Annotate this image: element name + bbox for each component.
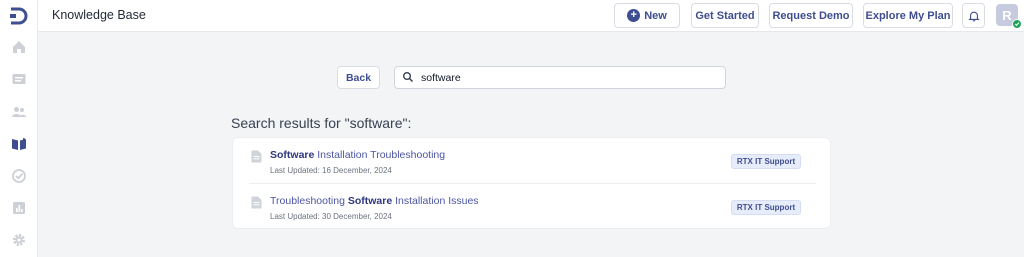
avatar-initial: R — [1002, 7, 1012, 23]
back-button-label: Back — [345, 71, 372, 84]
result-item[interactable]: Troubleshooting Software Installation Is… — [233, 184, 832, 230]
page-title: Knowledge Base — [52, 8, 146, 22]
new-button-label: New — [644, 9, 667, 22]
results-list: Software Installation Troubleshooting La… — [232, 137, 831, 229]
request-demo-label: Request Demo — [772, 9, 850, 22]
online-status-icon — [1012, 19, 1022, 29]
result-updated: Last Updated: 16 December, 2024 — [270, 166, 392, 175]
category-badge: RTX IT Support — [731, 154, 801, 169]
knowledge-base-icon[interactable] — [10, 135, 28, 153]
search-input[interactable] — [421, 70, 716, 86]
notifications-button[interactable] — [962, 3, 985, 28]
category-badge: RTX IT Support — [731, 200, 801, 215]
new-button[interactable]: + New — [614, 3, 680, 28]
search-icon — [403, 72, 414, 83]
reports-icon[interactable] — [10, 199, 28, 217]
result-title-text: Installation Troubleshooting — [314, 149, 446, 161]
document-icon — [251, 150, 262, 163]
result-title-text: Troubleshooting — [270, 195, 348, 207]
result-title-highlight: Software — [270, 149, 315, 161]
result-title-text: Installation Issues — [392, 195, 479, 207]
results-heading: Search results for "software": — [231, 115, 412, 131]
settings-icon[interactable] — [10, 231, 28, 249]
check-circle-icon[interactable] — [10, 167, 28, 185]
get-started-label: Get Started — [695, 9, 755, 22]
get-started-button[interactable]: Get Started — [691, 3, 759, 28]
home-icon[interactable] — [10, 38, 28, 56]
sidebar — [0, 0, 38, 257]
result-updated: Last Updated: 30 December, 2024 — [270, 212, 392, 221]
result-title[interactable]: Troubleshooting Software Installation Is… — [270, 195, 479, 207]
tickets-icon[interactable] — [10, 70, 28, 88]
document-icon — [251, 196, 262, 209]
result-title-highlight: Software — [347, 195, 393, 207]
search-box[interactable] — [394, 66, 726, 89]
explore-plan-label: Explore My Plan — [865, 9, 951, 22]
app-logo[interactable] — [9, 7, 29, 25]
plus-icon: + — [627, 9, 641, 22]
result-item[interactable]: Software Installation Troubleshooting La… — [233, 138, 832, 184]
top-header: Knowledge Base + New Get Started Request… — [38, 0, 1024, 32]
result-title[interactable]: Software Installation Troubleshooting — [270, 149, 445, 161]
bell-icon — [967, 11, 980, 22]
back-button[interactable]: Back — [337, 66, 380, 89]
explore-plan-button[interactable]: Explore My Plan — [863, 3, 953, 28]
users-icon[interactable] — [10, 103, 28, 121]
request-demo-button[interactable]: Request Demo — [769, 3, 853, 28]
